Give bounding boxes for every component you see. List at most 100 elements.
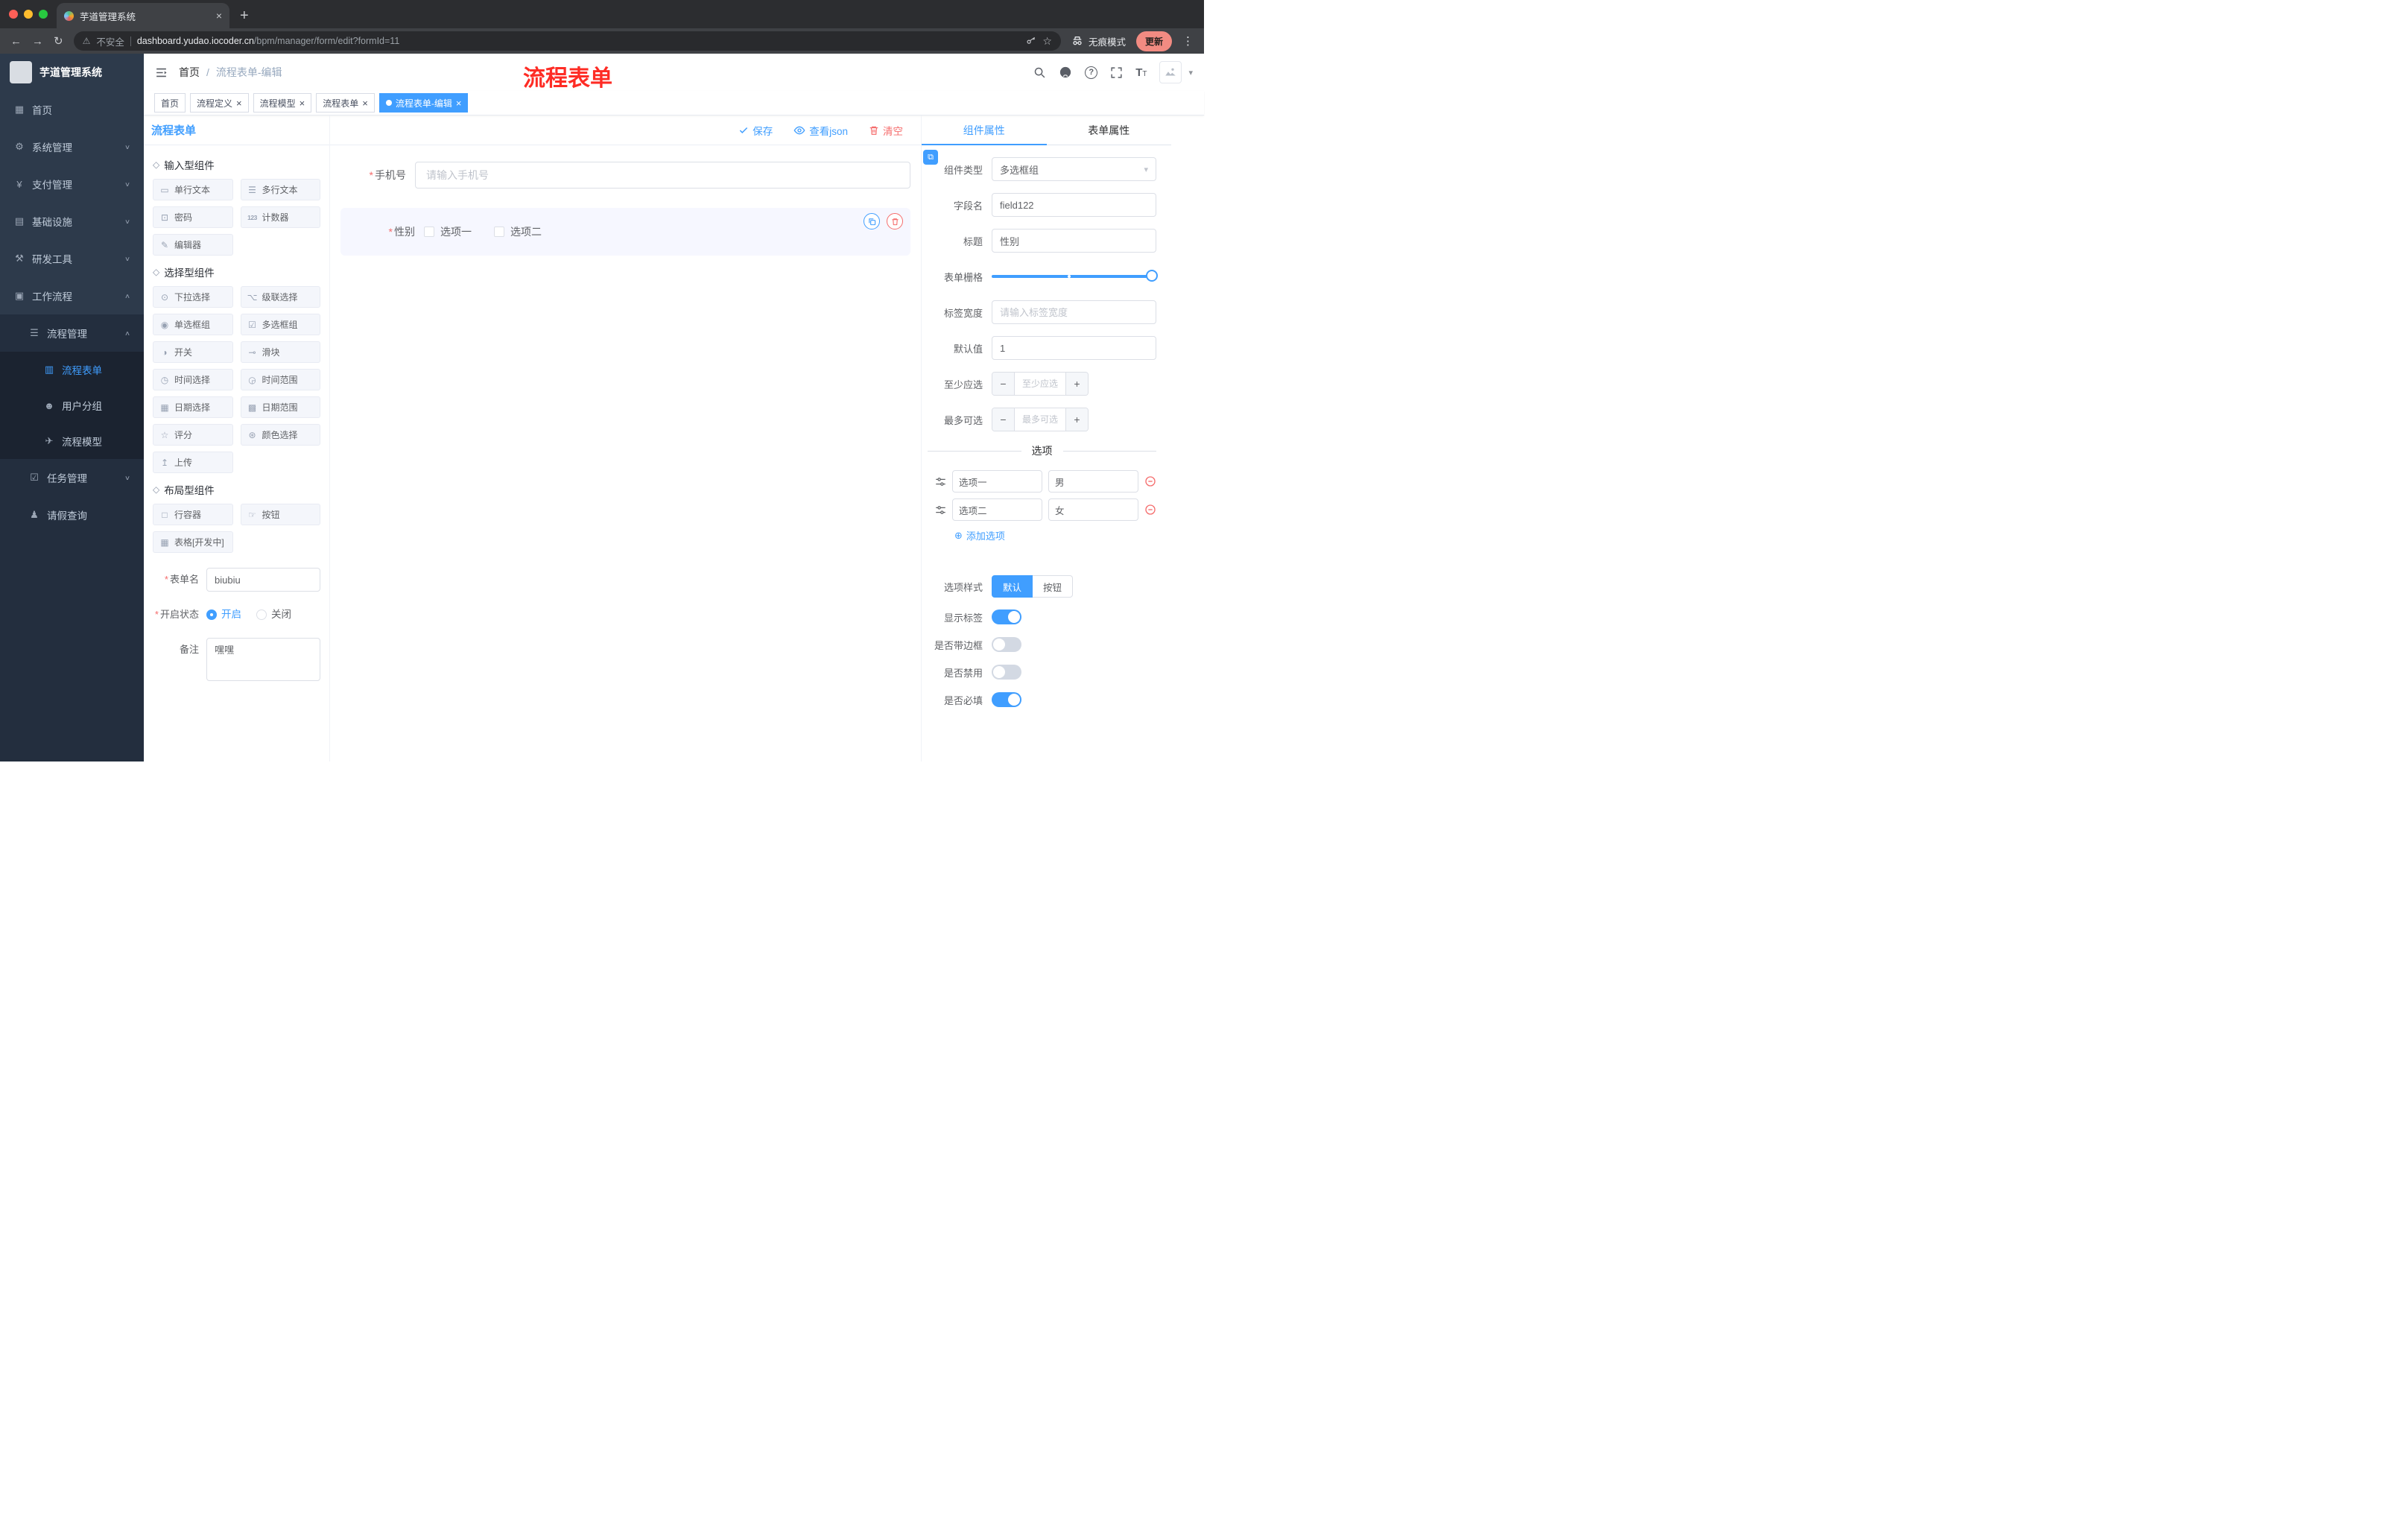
style-button-button[interactable]: 按钮: [1033, 575, 1074, 598]
sidebar-item-task-management[interactable]: ☑ 任务管理 ∨: [0, 459, 144, 496]
checkbox-box[interactable]: [494, 227, 504, 237]
palette-item-date-picker[interactable]: ▦ 日期选择: [153, 396, 233, 418]
option-value-input[interactable]: [1048, 498, 1138, 521]
field-gender-row-selected[interactable]: * 性别 选项一 选项二: [340, 208, 910, 256]
form-grid-slider[interactable]: [992, 265, 1158, 288]
radio-closed[interactable]: 关闭: [256, 603, 291, 627]
remove-option-icon[interactable]: [1144, 475, 1156, 487]
tab-form-props[interactable]: 表单属性: [1047, 115, 1172, 145]
tag-close-icon[interactable]: ×: [300, 98, 305, 108]
breadcrumb-home[interactable]: 首页: [179, 65, 200, 80]
tag-process-model[interactable]: 流程模型 ×: [253, 93, 312, 113]
label-width-input[interactable]: [992, 300, 1156, 324]
clear-button[interactable]: 清空: [869, 123, 903, 138]
sidebar-item-process-form[interactable]: ▥ 流程表单: [0, 352, 144, 387]
palette-item-cascader[interactable]: ⌥ 级联选择: [240, 286, 320, 308]
close-window-button[interactable]: [9, 10, 18, 19]
palette-item-multi-line-text[interactable]: ☰ 多行文本: [240, 179, 320, 200]
checkbox-option-2[interactable]: 选项二: [494, 224, 542, 239]
disabled-toggle[interactable]: [992, 665, 1021, 680]
palette-item-button[interactable]: ☞ 按钮: [240, 504, 320, 525]
palette-item-counter[interactable]: 123 计数器: [240, 206, 320, 228]
component-type-select[interactable]: 多选框组 ▾: [992, 157, 1156, 181]
sidebar-item-payment-management[interactable]: ¥ 支付管理 ∨: [0, 165, 144, 203]
option-label-input[interactable]: [952, 470, 1042, 493]
max-select-input[interactable]: [1015, 408, 1065, 431]
drag-handle-icon[interactable]: [935, 476, 946, 487]
palette-item-editor[interactable]: ✎ 编辑器: [153, 234, 233, 256]
tab-close-icon[interactable]: ×: [216, 10, 222, 22]
remove-option-icon[interactable]: [1144, 504, 1156, 516]
increase-button[interactable]: +: [1065, 408, 1088, 431]
checkbox-option-1[interactable]: 选项一: [424, 224, 472, 239]
title-input[interactable]: [992, 229, 1156, 253]
tab-component-props[interactable]: 组件属性: [922, 115, 1047, 145]
checkbox-box[interactable]: [424, 227, 434, 237]
min-select-input[interactable]: [1015, 373, 1065, 395]
app-logo[interactable]: 芋道管理系统: [0, 54, 144, 91]
avatar-caret-icon[interactable]: ▾: [1188, 68, 1193, 77]
sidebar-item-process-model[interactable]: ✈ 流程模型: [0, 423, 144, 459]
sidebar-item-workflow[interactable]: ▣ 工作流程 ∧: [0, 277, 144, 314]
font-size-icon[interactable]: TT: [1135, 66, 1147, 79]
sidebar-item-dev-tools[interactable]: ⚒ 研发工具 ∨: [0, 240, 144, 277]
new-tab-button[interactable]: +: [240, 8, 249, 23]
palette-item-password[interactable]: ⊡ 密码: [153, 206, 233, 228]
zoom-window-button[interactable]: [39, 10, 48, 19]
delete-component-button[interactable]: [887, 213, 903, 229]
option-label-input[interactable]: [952, 498, 1042, 521]
tag-close-icon[interactable]: ×: [236, 98, 242, 108]
palette-item-rate[interactable]: ☆ 评分: [153, 424, 233, 446]
decrease-button[interactable]: −: [992, 373, 1015, 395]
palette-item-single-line-text[interactable]: ▭ 单行文本: [153, 179, 233, 200]
palette-item-row-container[interactable]: □ 行容器: [153, 504, 233, 525]
drag-handle-icon[interactable]: [935, 504, 946, 516]
show-label-toggle[interactable]: [992, 609, 1021, 624]
browser-tab[interactable]: 芋道管理系统 ×: [57, 3, 229, 28]
palette-item-time-range[interactable]: ◶ 时间范围: [240, 369, 320, 390]
browser-menu-icon[interactable]: ⋮: [1182, 34, 1194, 48]
address-bar[interactable]: ⚠ 不安全 dashboard.yudao.iocoder.cn/bpm/man…: [73, 31, 1061, 51]
slider-handle[interactable]: [1146, 270, 1158, 282]
bookmark-star-icon[interactable]: ☆: [1042, 35, 1052, 48]
password-key-icon[interactable]: [1026, 36, 1036, 46]
save-button[interactable]: 保存: [738, 123, 773, 138]
tag-close-icon[interactable]: ×: [362, 98, 368, 108]
view-json-button[interactable]: 查看json: [793, 123, 848, 138]
security-label[interactable]: 不安全: [96, 34, 124, 48]
form-name-input[interactable]: [206, 568, 320, 592]
tag-close-icon[interactable]: ×: [456, 98, 462, 108]
decrease-button[interactable]: −: [992, 408, 1015, 431]
palette-item-time-picker[interactable]: ◷ 时间选择: [153, 369, 233, 390]
update-button[interactable]: 更新: [1135, 31, 1172, 51]
sidebar-item-home[interactable]: ▦ 首页: [0, 91, 144, 128]
search-icon[interactable]: [1033, 66, 1046, 79]
reload-icon[interactable]: ↻: [54, 36, 63, 47]
field-name-input[interactable]: [992, 193, 1156, 217]
palette-item-date-range[interactable]: ▩ 日期范围: [240, 396, 320, 418]
palette-item-color-picker[interactable]: ⊛ 颜色选择: [240, 424, 320, 446]
copy-component-button[interactable]: [864, 213, 880, 229]
phone-input[interactable]: [415, 162, 910, 189]
sidebar-item-infrastructure[interactable]: ▤ 基础设施 ∨: [0, 203, 144, 240]
tag-process-definition[interactable]: 流程定义 ×: [190, 93, 249, 113]
sidebar-item-leave-query[interactable]: ♟ 请假查询: [0, 496, 144, 533]
fullscreen-icon[interactable]: [1110, 66, 1123, 79]
forward-icon[interactable]: →: [32, 36, 43, 47]
add-option-button[interactable]: ⊕ 添加选项: [954, 528, 1156, 542]
minimize-window-button[interactable]: [24, 10, 33, 19]
increase-button[interactable]: +: [1065, 373, 1088, 395]
tag-process-form[interactable]: 流程表单 ×: [316, 93, 375, 113]
palette-item-slider[interactable]: ⊸ 滑块: [240, 341, 320, 363]
form-canvas[interactable]: *手机号 *性别 选项一 选项二: [330, 145, 921, 762]
field-phone-row[interactable]: * 手机号: [340, 162, 910, 189]
style-default-button[interactable]: 默认: [992, 575, 1033, 598]
required-toggle[interactable]: [992, 692, 1021, 707]
tag-home[interactable]: 首页: [154, 93, 186, 113]
sidebar-item-system-management[interactable]: ⚙ 系统管理 ∨: [0, 128, 144, 165]
sidebar-item-process-management[interactable]: ☰ 流程管理 ∧: [0, 314, 144, 352]
option-value-input[interactable]: [1048, 470, 1138, 493]
back-icon[interactable]: ←: [10, 36, 22, 47]
avatar[interactable]: [1159, 61, 1182, 83]
palette-item-upload[interactable]: ↥ 上传: [153, 452, 233, 473]
